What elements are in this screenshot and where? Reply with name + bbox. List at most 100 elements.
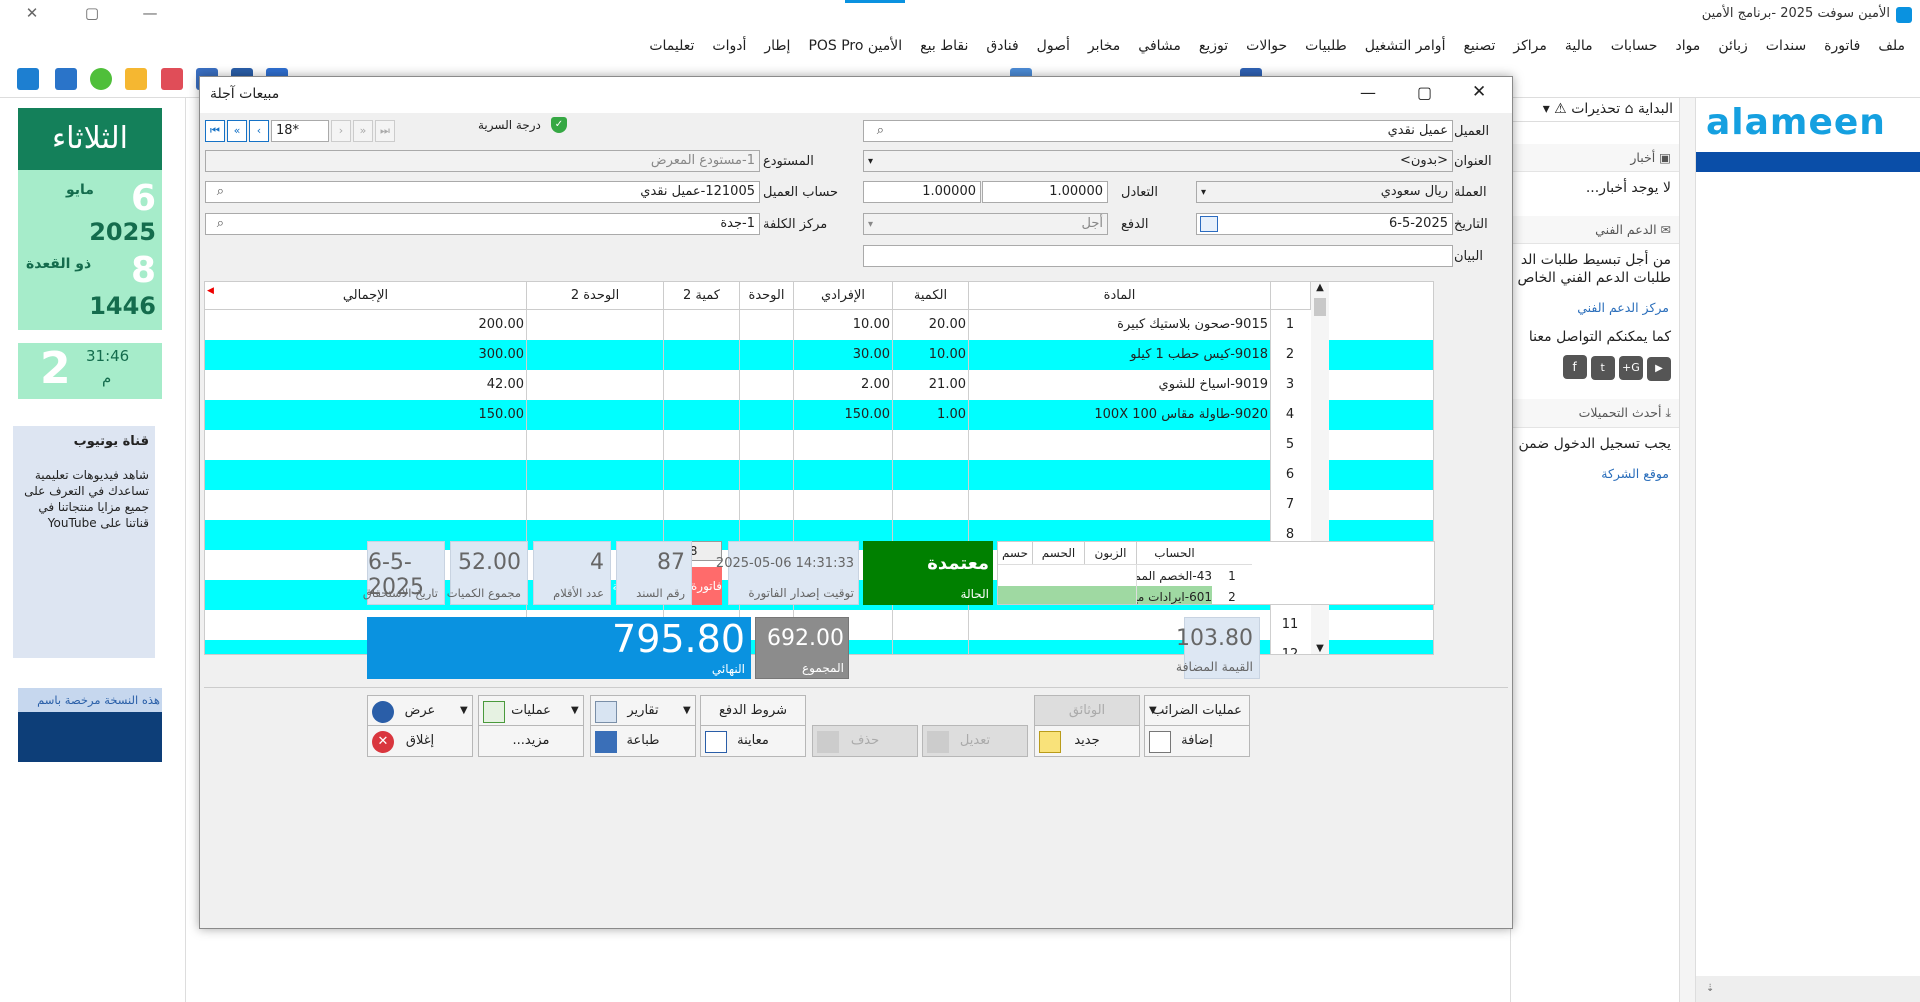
menu-item[interactable]: حسابات [1602, 38, 1667, 54]
youtube-box[interactable]: قناة يوتيوب شاهد فيديوهات تعليمية تساعدك… [13, 426, 155, 658]
menu-item[interactable]: مالية [1556, 38, 1602, 54]
scroll-thumb[interactable] [1314, 298, 1326, 316]
close-window-button[interactable]: ✕ [17, 4, 47, 22]
cell-qty[interactable] [893, 430, 969, 460]
toolbar-calculator-icon[interactable] [55, 68, 77, 90]
menu-item[interactable]: طلبيات [1296, 38, 1356, 54]
close-button[interactable]: إغلاق ✕ [367, 725, 473, 757]
cell-qty[interactable] [893, 610, 969, 640]
warnings-tab[interactable]: تحذيرات [1571, 101, 1620, 117]
menu-item[interactable]: تعليمات [640, 38, 703, 54]
cell-price[interactable] [794, 460, 893, 490]
menu-item[interactable]: الأمين POS Pro [799, 38, 911, 54]
delete-button[interactable]: حذف [812, 725, 918, 757]
support-center-link[interactable]: مركز الدعم الفني [1511, 294, 1679, 321]
cell-unit[interactable] [740, 310, 794, 340]
table-row[interactable]: 300.00 30.00 10.00 9018-كيس حطب 1 كيلو 2 [205, 340, 1433, 370]
calendar-icon[interactable] [1200, 216, 1218, 232]
start-tab[interactable]: البداية [1638, 101, 1673, 117]
cell-price[interactable]: 2.00 [794, 370, 893, 400]
view-button[interactable]: عرض ▼ [367, 695, 473, 727]
cell-unit[interactable] [740, 400, 794, 430]
cost-center-field[interactable]: 1-جدة ⌕ [205, 213, 760, 235]
nav-back-button[interactable]: ‹ [249, 120, 269, 142]
scroll-up-icon[interactable]: ▲ [1311, 282, 1329, 296]
menu-item[interactable]: حوالات [1237, 38, 1296, 54]
cell-unit2[interactable] [527, 490, 664, 520]
cell-unit[interactable] [740, 370, 794, 400]
cell-item[interactable]: 9020-طاولة مقاس 100 100X [969, 400, 1271, 430]
menu-item[interactable]: فنادق [977, 38, 1027, 54]
cell-qty[interactable] [893, 490, 969, 520]
nav-first-button[interactable]: ⏮ [205, 120, 225, 142]
search-icon[interactable]: ⌕ [208, 184, 224, 200]
cell-price[interactable]: 30.00 [794, 340, 893, 370]
cell-qty2[interactable] [664, 430, 740, 460]
cell-total[interactable]: 150.00 [205, 400, 527, 430]
cell-qty2[interactable] [664, 490, 740, 520]
cell-total[interactable]: 42.00 [205, 370, 527, 400]
facebook-icon[interactable]: f [1562, 355, 1587, 379]
cell-item[interactable] [969, 430, 1271, 460]
table-row[interactable]: 7 [205, 490, 1433, 520]
nav-next-button[interactable]: › [331, 120, 351, 142]
equivalent-field-1[interactable]: 1.00000 [982, 181, 1108, 203]
twitter-icon[interactable]: t [1590, 356, 1615, 380]
cell-total[interactable] [205, 430, 527, 460]
google-plus-icon[interactable]: G+ [1618, 356, 1643, 380]
table-row[interactable]: 5 [205, 430, 1433, 460]
cell-unit2[interactable] [527, 430, 664, 460]
menu-item[interactable]: فاتورة [1815, 38, 1869, 54]
nav-last-button[interactable]: ⏭ [375, 120, 395, 142]
cell-unit[interactable] [740, 430, 794, 460]
toolbar-folder-icon[interactable] [125, 68, 147, 90]
scroll-down-icon[interactable]: ▼ [1311, 643, 1329, 654]
cell-qty2[interactable] [664, 310, 740, 340]
cell-item[interactable]: 9015-صحون بلاستيك كبيرة [969, 310, 1271, 340]
cell-price[interactable] [794, 490, 893, 520]
toolbar-exit-icon[interactable] [17, 68, 39, 90]
menu-item[interactable]: تصنيع [1454, 38, 1504, 54]
cell-item[interactable] [969, 490, 1271, 520]
customer-field[interactable]: عميل نقدي ⌕ [863, 120, 1453, 142]
discount-col-account[interactable]: الحساب [1136, 542, 1212, 564]
cell-qty[interactable]: 10.00 [893, 340, 969, 370]
cell-unit2[interactable] [527, 400, 664, 430]
menu-item[interactable]: إطار [755, 38, 799, 54]
customer-account-field[interactable]: 121005-عميل نقدي ⌕ [205, 181, 760, 203]
reports-button[interactable]: تقارير ▼ [590, 695, 696, 727]
cell-qty2[interactable] [664, 460, 740, 490]
cell-qty[interactable]: 21.00 [893, 370, 969, 400]
payment-terms-button[interactable]: شروط الدفع [700, 695, 806, 727]
cell-unit2[interactable] [527, 460, 664, 490]
cell-unit[interactable] [740, 490, 794, 520]
col-header-qty2[interactable]: كمية 2 [664, 282, 740, 310]
dialog-minimize-button[interactable]: — [1360, 83, 1376, 102]
menu-item[interactable]: أوامر التشغيل [1356, 38, 1455, 54]
toolbar-refresh-icon[interactable] [90, 68, 112, 90]
operations-button[interactable]: عمليات ▼ [478, 695, 584, 727]
youtube-icon[interactable]: ▶ [1647, 357, 1671, 381]
menu-item[interactable]: توزيع [1190, 38, 1237, 54]
currency-select[interactable]: ريال سعودي ▾ [1196, 181, 1453, 203]
menu-item[interactable]: سندات [1757, 38, 1815, 54]
address-select[interactable]: <بدون> ▾ [863, 150, 1453, 172]
discount-col-discount[interactable]: الحسم [1032, 542, 1084, 564]
statement-field[interactable] [863, 245, 1453, 267]
cell-total[interactable] [205, 460, 527, 490]
cell-total[interactable]: 300.00 [205, 340, 527, 370]
edit-button[interactable]: تعديل [922, 725, 1028, 757]
menu-item[interactable]: مراكز [1504, 38, 1556, 54]
cell-price[interactable]: 150.00 [794, 400, 893, 430]
cell-unit2[interactable] [527, 340, 664, 370]
warehouse-field[interactable]: 1-مستودع المعرض [205, 150, 760, 172]
menu-item[interactable]: ملف [1869, 38, 1914, 54]
nav-prev-button[interactable]: « [227, 120, 247, 142]
payment-select[interactable]: أجل ▾ [863, 213, 1108, 235]
discount-col-disc[interactable]: حسم [998, 542, 1032, 564]
menu-item[interactable]: أدوات [703, 38, 755, 54]
cell-qty2[interactable] [664, 400, 740, 430]
col-header-unit[interactable]: الوحدة [740, 282, 794, 310]
col-header-price[interactable]: الإفرادي [794, 282, 893, 310]
preview-button[interactable]: معاينة [700, 725, 806, 757]
